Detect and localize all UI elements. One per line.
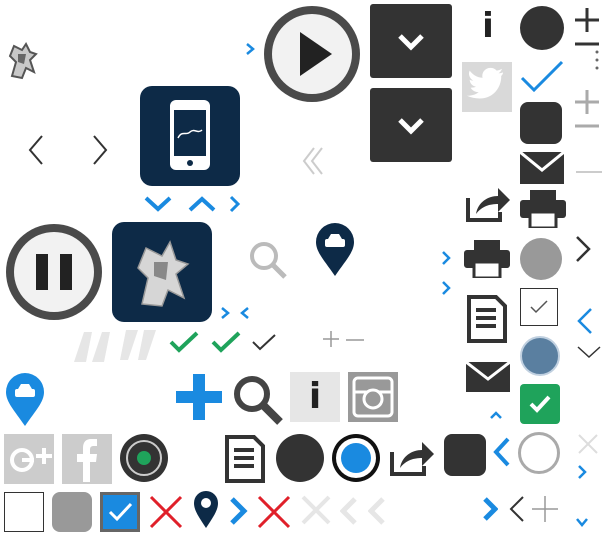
checkbox-checked[interactable] <box>520 384 560 424</box>
chevron-right-icon[interactable] <box>574 234 592 264</box>
close-icon[interactable] <box>148 494 184 530</box>
close-icon[interactable] <box>256 494 292 530</box>
facebook-icon[interactable] <box>62 434 112 484</box>
more-dots-icon <box>594 48 600 72</box>
close-icon[interactable] <box>300 494 332 526</box>
radio-dark-icon <box>520 6 564 50</box>
double-chevron-left-icon[interactable] <box>302 146 324 176</box>
plus-icon[interactable] <box>174 372 224 422</box>
location-pin-car-icon[interactable] <box>4 372 46 428</box>
checkbox-checked[interactable] <box>520 288 558 326</box>
info-icon[interactable]: i <box>476 6 500 46</box>
quote-icon <box>70 328 160 364</box>
chevron-up-icon[interactable] <box>488 410 504 420</box>
checkbox-dark-icon[interactable] <box>520 102 562 144</box>
pause-button[interactable] <box>4 222 104 322</box>
info-icon[interactable]: i <box>290 372 340 422</box>
chevron-left-icon[interactable] <box>340 496 358 526</box>
checkbox-unchecked[interactable] <box>4 492 44 532</box>
radio-selected[interactable] <box>332 434 380 482</box>
peugeot-app-tile[interactable] <box>112 222 212 322</box>
chevron-left-icon[interactable] <box>492 436 512 468</box>
chevron-down-icon[interactable] <box>576 344 602 360</box>
share-icon[interactable] <box>388 438 436 478</box>
print-icon[interactable] <box>464 240 510 278</box>
radio-unchecked[interactable] <box>518 432 560 474</box>
chevron-right-icon[interactable] <box>482 496 498 522</box>
plus-minus-icon[interactable] <box>572 4 602 48</box>
peugeot-lion-logo <box>4 40 40 82</box>
radio-dark-icon <box>276 434 324 482</box>
minus-icon[interactable] <box>576 170 602 174</box>
checkbox-gray-icon[interactable] <box>52 492 92 532</box>
chevron-right-icon[interactable] <box>90 134 110 166</box>
checkbox-dark-icon[interactable] <box>444 434 486 476</box>
print-icon[interactable] <box>520 190 566 228</box>
document-icon[interactable] <box>224 434 266 484</box>
chevron-down-icon[interactable] <box>142 194 174 214</box>
instagram-icon[interactable] <box>348 372 398 422</box>
plus-icon[interactable] <box>530 494 560 524</box>
plus-minus-icon[interactable] <box>572 86 602 132</box>
search-icon[interactable] <box>248 240 288 280</box>
chevron-right-icon[interactable] <box>244 42 256 56</box>
chevron-right-icon[interactable] <box>440 280 452 296</box>
play-button[interactable] <box>262 4 362 104</box>
icon-sprite-sheet: i i <box>0 0 606 536</box>
twitter-icon[interactable] <box>462 62 512 112</box>
check-icon <box>210 330 242 354</box>
chevron-down-icon[interactable] <box>574 516 590 528</box>
mail-icon[interactable] <box>520 152 564 184</box>
dropdown-toggle-button[interactable] <box>370 88 452 162</box>
minus-icon[interactable] <box>346 338 364 342</box>
share-icon[interactable] <box>464 184 512 224</box>
chevron-right-icon[interactable] <box>576 464 588 480</box>
check-icon <box>168 330 200 354</box>
plus-icon[interactable] <box>322 330 340 348</box>
radio-selected[interactable] <box>120 434 168 482</box>
chevron-left-icon[interactable] <box>508 494 526 524</box>
chevron-right-icon[interactable] <box>228 496 248 526</box>
chevron-left-icon[interactable] <box>26 134 46 166</box>
mail-icon[interactable] <box>466 362 510 392</box>
check-icon <box>250 332 278 352</box>
location-pin-icon[interactable] <box>192 490 220 530</box>
chevron-right-icon[interactable] <box>440 250 452 266</box>
close-icon[interactable] <box>576 432 600 456</box>
smartphone-app-tile[interactable] <box>140 86 240 186</box>
search-icon[interactable] <box>232 374 284 426</box>
google-plus-icon[interactable] <box>4 434 54 484</box>
check-icon <box>518 58 566 96</box>
checkbox-checked[interactable] <box>100 492 140 532</box>
chevron-up-icon[interactable] <box>186 194 218 214</box>
dropdown-toggle-button[interactable] <box>370 4 452 78</box>
chevron-left-icon[interactable] <box>368 496 386 526</box>
document-icon[interactable] <box>466 294 508 344</box>
chevron-right-icon[interactable] <box>220 306 230 320</box>
location-pin-car-icon[interactable] <box>314 222 356 278</box>
radio-gray-icon <box>520 238 562 280</box>
radio-steel-icon <box>520 336 560 376</box>
chevron-left-icon[interactable] <box>576 306 594 336</box>
chevron-left-icon[interactable] <box>240 306 250 320</box>
chevron-right-icon[interactable] <box>228 194 242 214</box>
